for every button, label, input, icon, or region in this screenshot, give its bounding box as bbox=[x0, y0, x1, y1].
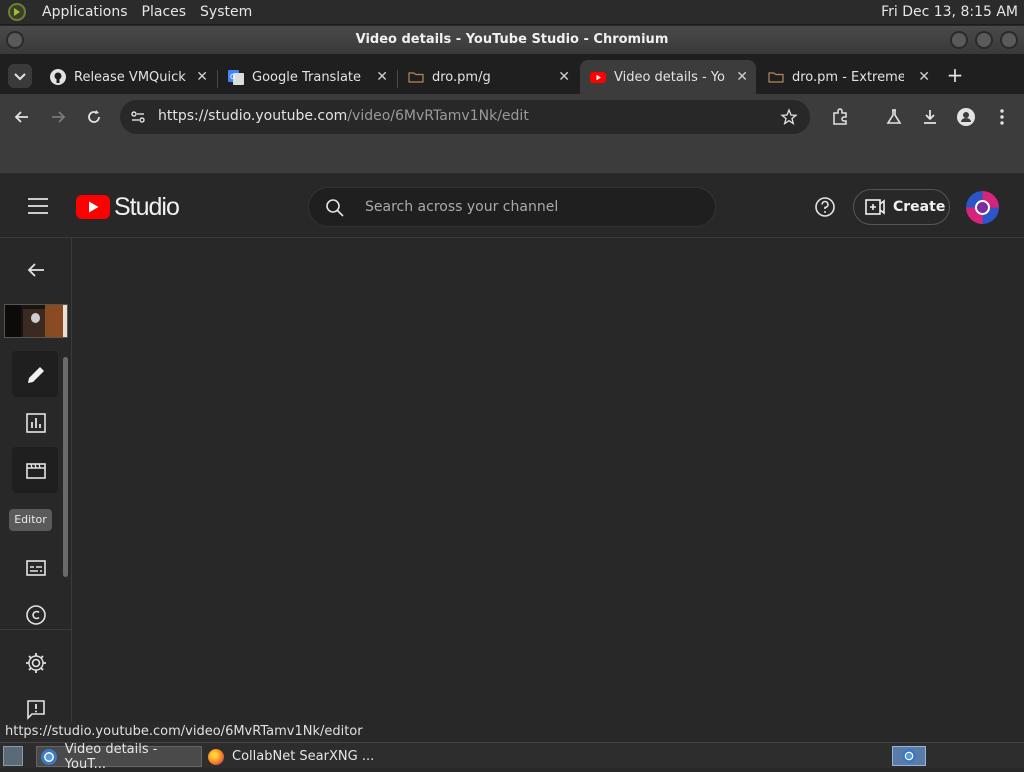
youtube-icon bbox=[590, 72, 606, 83]
folder-icon bbox=[408, 72, 424, 83]
minimize-button[interactable] bbox=[950, 31, 968, 49]
profile-icon[interactable] bbox=[956, 107, 976, 127]
search-placeholder: Search across your channel bbox=[365, 199, 559, 215]
settings-gear-icon[interactable] bbox=[24, 651, 48, 675]
applications-menu[interactable]: Applications bbox=[42, 4, 128, 20]
address-bar[interactable]: https://studio.youtube.com/video/6MvRTam… bbox=[120, 100, 810, 134]
create-label: Create bbox=[893, 199, 946, 215]
url-text: https://studio.youtube.com/video/6MvRTam… bbox=[158, 108, 529, 124]
clock[interactable]: Fri Dec 13, 8:15 AM bbox=[881, 4, 1018, 20]
chromium-icon bbox=[902, 749, 916, 763]
svg-text:G: G bbox=[230, 73, 235, 81]
firefox-icon bbox=[208, 748, 224, 765]
back-arrow-icon[interactable] bbox=[24, 258, 48, 282]
workspace-switcher[interactable] bbox=[892, 746, 926, 766]
taskbar-item-chromium[interactable]: Video details - YouT... bbox=[36, 742, 202, 772]
channel-search-input[interactable]: Search across your channel bbox=[308, 187, 716, 227]
editor-tooltip: Editor bbox=[9, 509, 52, 531]
analytics-icon[interactable] bbox=[24, 411, 48, 435]
tab-video-details[interactable]: Video details - You ✕ bbox=[580, 60, 756, 94]
video-thumbnail[interactable] bbox=[4, 304, 68, 338]
distro-logo-icon[interactable] bbox=[8, 3, 26, 21]
tab-title: dro.pm - Extremely bbox=[792, 69, 904, 85]
system-menu[interactable]: System bbox=[200, 4, 252, 20]
details-pencil-icon[interactable] bbox=[24, 363, 48, 387]
google-translate-icon: G bbox=[228, 70, 244, 85]
sidebar-scrollbar[interactable] bbox=[63, 357, 68, 577]
studio-header: Studio Search across your channel Create bbox=[0, 174, 1024, 238]
taskbar-item-label: Video details - YouT... bbox=[64, 741, 158, 772]
youtube-logo-icon bbox=[76, 195, 110, 219]
bookmark-star-icon[interactable] bbox=[780, 108, 798, 126]
system-top-panel: Applications Places System Fri Dec 13, 8… bbox=[0, 0, 1024, 25]
tab-dro-pm-extremely[interactable]: dro.pm - Extremely ✕ bbox=[758, 60, 938, 94]
taskbar: Video details - YouT... CollabNet SearXN… bbox=[0, 742, 1024, 772]
feedback-icon[interactable] bbox=[24, 698, 48, 722]
avatar-inner-icon bbox=[975, 200, 990, 215]
taskbar-item-firefox[interactable]: CollabNet SearXNG ... bbox=[204, 746, 384, 767]
plus-icon: + bbox=[946, 63, 964, 87]
url-path: /video/6MvRTamv1Nk/edit bbox=[347, 108, 529, 124]
back-icon[interactable] bbox=[12, 107, 32, 127]
bookmarks-bar bbox=[0, 140, 1024, 174]
github-icon bbox=[50, 69, 66, 85]
close-tab-icon[interactable]: ✕ bbox=[558, 69, 570, 85]
search-icon bbox=[326, 199, 344, 217]
browser-toolbar: https://studio.youtube.com/video/6MvRTam… bbox=[0, 94, 1024, 140]
close-tab-icon[interactable]: ✕ bbox=[736, 69, 748, 85]
close-tab-icon[interactable]: ✕ bbox=[918, 69, 930, 85]
studio-logo[interactable]: Studio bbox=[76, 192, 180, 222]
window-titlebar[interactable]: Video details - YouTube Studio - Chromiu… bbox=[0, 26, 1024, 54]
more-menu-icon[interactable] bbox=[992, 107, 1012, 127]
window-menu-button[interactable] bbox=[6, 31, 24, 49]
account-avatar[interactable] bbox=[966, 191, 999, 224]
copyright-icon[interactable] bbox=[24, 603, 48, 627]
tab-title: Release VMQuickC bbox=[74, 69, 186, 85]
tab-title: Google Translate bbox=[252, 69, 362, 85]
tab-strip: Release VMQuickC ✕ G Google Translate ✕ … bbox=[0, 54, 1024, 94]
new-tab-button[interactable]: + bbox=[944, 64, 966, 86]
window-title: Video details - YouTube Studio - Chromiu… bbox=[355, 32, 669, 47]
close-tab-icon[interactable]: ✕ bbox=[376, 69, 388, 85]
tab-google-translate[interactable]: G Google Translate ✕ bbox=[218, 60, 396, 94]
labs-flask-icon[interactable] bbox=[884, 107, 904, 127]
close-tab-icon[interactable]: ✕ bbox=[196, 69, 208, 85]
studio-logo-text: Studio bbox=[114, 192, 180, 221]
tab-title: dro.pm/g bbox=[432, 69, 491, 85]
create-video-icon bbox=[865, 199, 885, 215]
tab-github-release[interactable]: Release VMQuickC ✕ bbox=[40, 60, 216, 94]
extensions-icon[interactable] bbox=[830, 107, 850, 127]
close-window-button[interactable] bbox=[1000, 31, 1018, 49]
subtitles-icon[interactable] bbox=[24, 556, 48, 580]
reload-icon[interactable] bbox=[84, 107, 104, 127]
hamburger-menu-icon[interactable] bbox=[28, 197, 48, 215]
maximize-button[interactable] bbox=[975, 31, 993, 49]
url-host: https://studio.youtube.com bbox=[158, 108, 348, 124]
help-icon[interactable] bbox=[813, 195, 837, 219]
main-content-area bbox=[73, 238, 1024, 742]
places-menu[interactable]: Places bbox=[142, 4, 187, 20]
sidebar-divider bbox=[0, 629, 71, 630]
chevron-down-icon bbox=[14, 73, 26, 81]
tab-dro-pm-g[interactable]: dro.pm/g ✕ bbox=[398, 60, 578, 94]
tab-title: Video details - You bbox=[614, 69, 726, 85]
site-settings-icon[interactable] bbox=[130, 109, 146, 125]
editor-clapper-icon[interactable] bbox=[24, 459, 48, 483]
folder-icon bbox=[768, 72, 784, 83]
show-desktop-icon[interactable] bbox=[3, 746, 23, 766]
create-button[interactable]: Create bbox=[853, 189, 950, 225]
status-bubble-url: https://studio.youtube.com/video/6MvRTam… bbox=[0, 722, 363, 742]
download-icon[interactable] bbox=[920, 107, 940, 127]
chromium-icon bbox=[41, 748, 57, 765]
tab-search-button[interactable] bbox=[8, 64, 32, 88]
forward-icon[interactable] bbox=[48, 107, 68, 127]
taskbar-item-label: CollabNet SearXNG ... bbox=[232, 749, 375, 764]
